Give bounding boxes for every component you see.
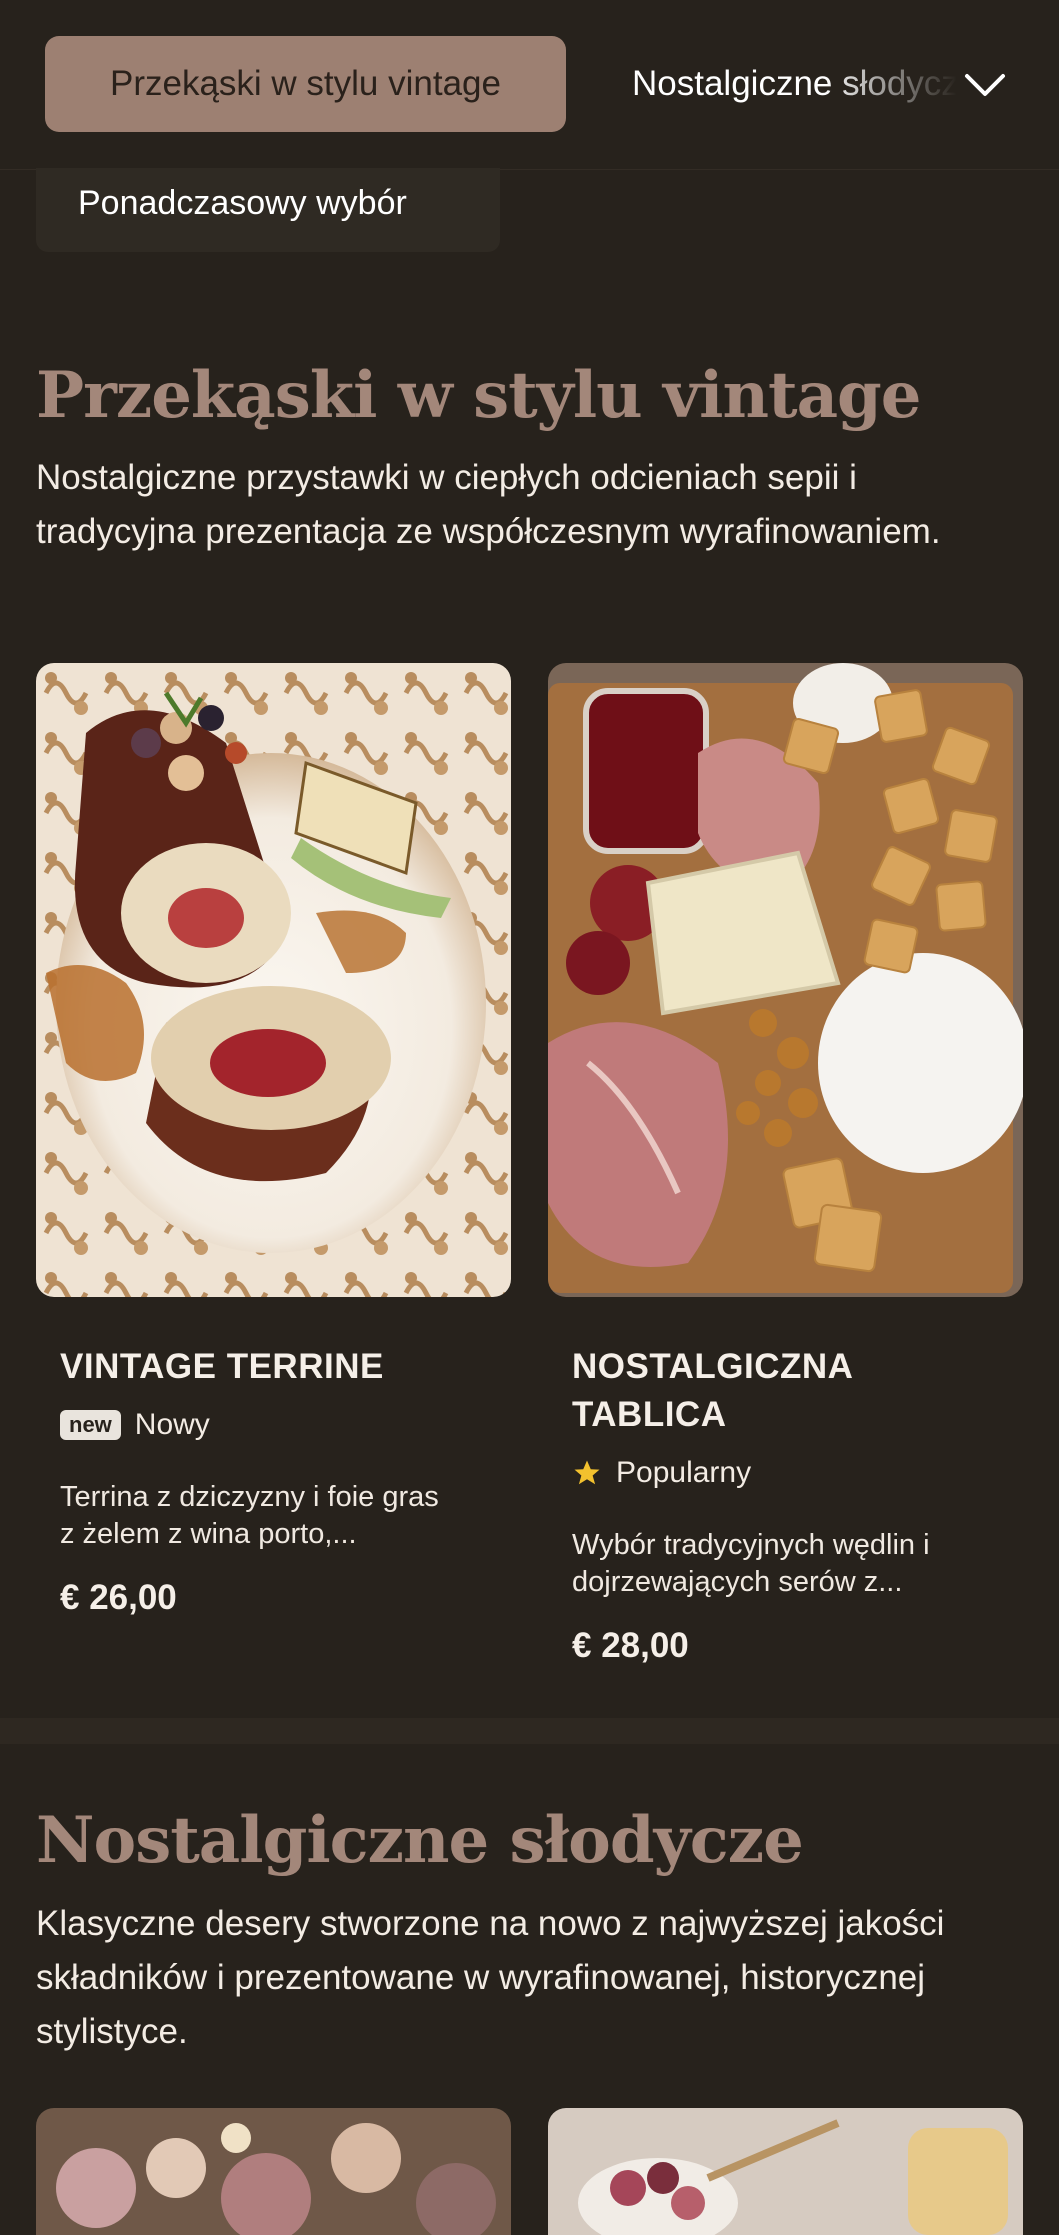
item-description-line: Terrina z dziczyzny i foie gras bbox=[60, 1481, 439, 1513]
dessert-photo-2[interactable] bbox=[548, 2108, 1023, 2235]
category-tab-next[interactable]: Nostalgiczne słodycze bbox=[596, 36, 976, 132]
item-badge-new: new Nowy bbox=[60, 1408, 210, 1442]
section-description-appetizers: Nostalgiczne przystawki w ciepłych odcie… bbox=[36, 458, 941, 551]
chevron-down-icon bbox=[965, 74, 1005, 96]
section-title-appetizers: Przekąski w stylu vintage bbox=[36, 358, 921, 433]
badge-label: Nowy bbox=[134, 1408, 210, 1441]
section-description-sweets: Klasyczne desery stworzone na nowo z naj… bbox=[36, 1904, 945, 2051]
item-name-line: TABLICA bbox=[572, 1395, 727, 1434]
item-name-board[interactable]: NOSTALGICZNA TABLICA bbox=[572, 1343, 853, 1439]
menu-page: Przekąski w stylu vintage Nostalgiczne s… bbox=[0, 0, 1059, 2235]
star-icon bbox=[574, 1460, 600, 1485]
dessert-photo-1[interactable] bbox=[36, 2108, 511, 2235]
new-tag: new bbox=[60, 1410, 121, 1440]
category-nav: Przekąski w stylu vintage Nostalgiczne s… bbox=[0, 0, 1059, 170]
badge-label: Popularny bbox=[616, 1456, 752, 1489]
section-divider bbox=[0, 1718, 1059, 1744]
item-description-line: Wybór tradycyjnych wędlin i bbox=[572, 1529, 930, 1561]
expand-categories-button[interactable] bbox=[955, 60, 1015, 110]
terrine-photo[interactable] bbox=[36, 663, 511, 1297]
item-name-terrine[interactable]: VINTAGE TERRINE bbox=[60, 1343, 384, 1391]
category-tab-timeless[interactable]: Ponadczasowy wybór bbox=[36, 168, 500, 252]
charcuterie-board-photo[interactable] bbox=[548, 663, 1023, 1297]
item-description-terrine: Terrina z dziczyzny i foie gras z żelem … bbox=[60, 1479, 490, 1553]
item-description-board: Wybór tradycyjnych wędlin i dojrzewający… bbox=[572, 1527, 1002, 1601]
section-title-sweets: Nostalgiczne słodycze bbox=[36, 1803, 804, 1878]
item-price-board: € 28,00 bbox=[572, 1626, 689, 1665]
item-badge-popular: Popularny bbox=[572, 1456, 751, 1490]
item-description-line: z żelem z wina porto,... bbox=[60, 1518, 357, 1550]
item-name-line: NOSTALGICZNA bbox=[572, 1347, 854, 1386]
category-tab-active[interactable]: Przekąski w stylu vintage bbox=[45, 36, 566, 132]
item-price-terrine: € 26,00 bbox=[60, 1578, 177, 1617]
item-description-line: dojrzewających serów z... bbox=[572, 1566, 903, 1598]
